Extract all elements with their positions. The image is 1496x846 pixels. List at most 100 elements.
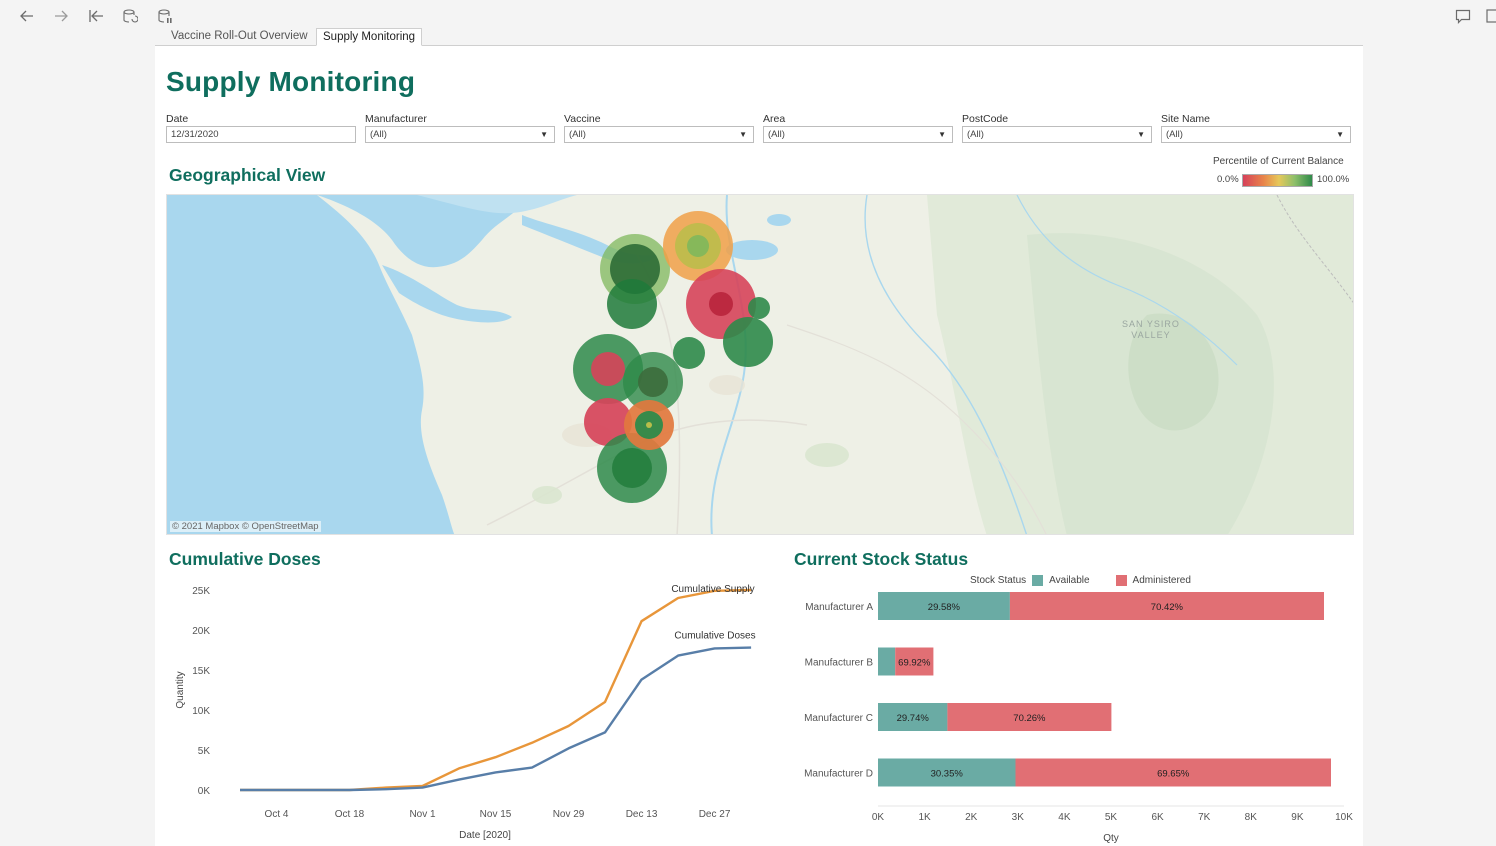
x-tick-label: 8K <box>1245 812 1258 823</box>
filter-date-label: Date <box>166 113 189 125</box>
filter-postcode-label: PostCode <box>962 113 1009 125</box>
geographical-map[interactable]: SAN YSIRO VALLEY © 2021 Mapbox © OpenStr… <box>166 194 1354 535</box>
bar-data-label: 29.74% <box>897 713 930 724</box>
pause-updates-icon[interactable] <box>154 6 176 26</box>
x-tick-label: Nov 29 <box>553 809 585 820</box>
filter-manufacturer: Manufacturer (All) ▼ <box>365 112 555 143</box>
site-marker[interactable] <box>624 400 674 450</box>
tab-vaccine-rollout-overview[interactable]: Vaccine Roll-Out Overview <box>165 28 314 46</box>
site-marker[interactable] <box>723 317 773 367</box>
color-legend-title: Percentile of Current Balance <box>1213 156 1344 167</box>
vaccine-select[interactable]: (All) ▼ <box>564 126 754 143</box>
y-tick-label: 25K <box>192 586 210 597</box>
site-name-select-value: (All) <box>1166 129 1183 140</box>
toolbar <box>10 4 1496 28</box>
comment-icon[interactable] <box>1452 6 1474 26</box>
series-label: Cumulative Supply <box>671 584 754 595</box>
manufacturer-select[interactable]: (All) ▼ <box>365 126 555 143</box>
cumulative-doses-title: Cumulative Doses <box>169 549 321 569</box>
x-tick-label: Dec 13 <box>626 809 658 820</box>
administered-swatch <box>1115 575 1127 586</box>
dashboard: Supply Monitoring Date 12/31/2020 Manufa… <box>155 46 1363 846</box>
site-marker[interactable] <box>673 337 705 369</box>
map-attribution[interactable]: © 2021 Mapbox © OpenStreetMap <box>170 521 321 532</box>
date-input[interactable]: 12/31/2020 <box>166 126 356 143</box>
filter-date: Date 12/31/2020 <box>166 112 356 143</box>
stock-legend-available[interactable]: Available <box>1049 575 1089 586</box>
filter-area: Area (All) ▼ <box>763 112 953 143</box>
vaccine-select-value: (All) <box>569 129 586 140</box>
bar-data-label: 69.92% <box>898 658 931 669</box>
postcode-select[interactable]: (All) ▼ <box>962 126 1152 143</box>
x-tick-label: 6K <box>1151 812 1164 823</box>
category-label: Manufacturer A <box>805 602 873 613</box>
x-tick-label: Oct 4 <box>265 809 289 820</box>
site-bubbles <box>573 211 773 503</box>
category-label: Manufacturer C <box>804 713 873 724</box>
color-legend-gradient <box>1242 174 1313 187</box>
color-legend-min: 0.0% <box>1217 174 1239 185</box>
area-select-value: (All) <box>768 129 785 140</box>
x-tick-label: 5K <box>1105 812 1118 823</box>
filter-site-name-label: Site Name <box>1161 113 1211 125</box>
bar-data-label: 30.35% <box>931 769 964 780</box>
x-tick-label: 7K <box>1198 812 1211 823</box>
filter-area-label: Area <box>763 113 786 125</box>
stock-status-chart[interactable]: Manufacturer A 29.58% 70.42% Manufacturer B… <box>785 586 1363 846</box>
tab-supply-monitoring[interactable]: Supply Monitoring <box>316 28 423 46</box>
chevron-down-icon: ▼ <box>739 130 747 139</box>
page-title: Supply Monitoring <box>166 66 416 97</box>
y-tick-label: 5K <box>198 746 211 757</box>
refresh-data-icon[interactable] <box>119 6 141 26</box>
x-tick-label: 9K <box>1291 812 1304 823</box>
category-label: Manufacturer D <box>804 769 873 780</box>
x-axis-title: Date [2020] <box>459 830 511 841</box>
y-axis-title: Quantity <box>175 671 186 708</box>
filter-vaccine-label: Vaccine <box>564 113 601 125</box>
stock-legend-title: Stock Status <box>970 575 1027 586</box>
map-place-label: SAN YSIRO VALLEY <box>1122 319 1180 341</box>
postcode-select-value: (All) <box>967 129 984 140</box>
bar-data-label: 70.26% <box>1013 713 1046 724</box>
site-marker[interactable] <box>748 297 770 319</box>
manufacturer-select-value: (All) <box>370 129 387 140</box>
filter-postcode: PostCode (All) ▼ <box>962 112 1152 143</box>
filter-vaccine: Vaccine (All) ▼ <box>564 112 754 143</box>
x-tick-label: Dec 27 <box>699 809 731 820</box>
forward-arrow-icon[interactable] <box>50 6 72 26</box>
tab-strip: Vaccine Roll-Out Overview Supply Monitor… <box>155 28 1363 46</box>
geographical-view-title: Geographical View <box>169 165 326 185</box>
chevron-down-icon: ▼ <box>1336 130 1344 139</box>
bar-segment-available <box>878 647 896 676</box>
current-stock-status-title: Current Stock Status <box>794 549 969 569</box>
stock-legend-administered[interactable]: Administered <box>1133 575 1191 586</box>
stock-legend: Stock Status Available Administered <box>970 575 1191 586</box>
series-label: Cumulative Doses <box>674 631 755 642</box>
back-arrow-icon[interactable] <box>16 6 38 26</box>
x-tick-label: Nov 1 <box>409 809 436 820</box>
area-select[interactable]: (All) ▼ <box>763 126 953 143</box>
y-tick-label: 10K <box>192 706 210 717</box>
y-tick-label: 15K <box>192 666 210 677</box>
bar-data-label: 70.42% <box>1151 602 1184 613</box>
x-tick-label: 0K <box>872 812 885 823</box>
x-tick-label: Nov 15 <box>480 809 512 820</box>
map-place-label-line2: VALLEY <box>1131 330 1171 340</box>
bar-data-label: 29.58% <box>928 602 961 613</box>
x-tick-label: 4K <box>1058 812 1071 823</box>
revert-to-first-icon[interactable] <box>85 6 107 26</box>
site-name-select[interactable]: (All) ▼ <box>1161 126 1351 143</box>
cumulative-doses-chart[interactable]: 0K 5K 10K 15K 20K 25K Oct 4 Oct 18 Nov 1 Nov 15 No… <box>155 571 775 846</box>
x-tick-label: 3K <box>1012 812 1025 823</box>
bar-data-label: 69.65% <box>1157 769 1190 780</box>
chevron-down-icon: ▼ <box>540 130 548 139</box>
map-place-label-line1: SAN YSIRO <box>1122 319 1180 329</box>
color-legend-max: 100.0% <box>1317 174 1350 185</box>
y-tick-label: 0K <box>198 786 211 797</box>
x-tick-label: Oct 18 <box>335 809 365 820</box>
fullscreen-icon[interactable] <box>1482 6 1496 26</box>
site-marker[interactable] <box>607 279 657 329</box>
chevron-down-icon: ▼ <box>1137 130 1145 139</box>
date-input-value: 12/31/2020 <box>171 129 219 140</box>
x-tick-label: 2K <box>965 812 978 823</box>
